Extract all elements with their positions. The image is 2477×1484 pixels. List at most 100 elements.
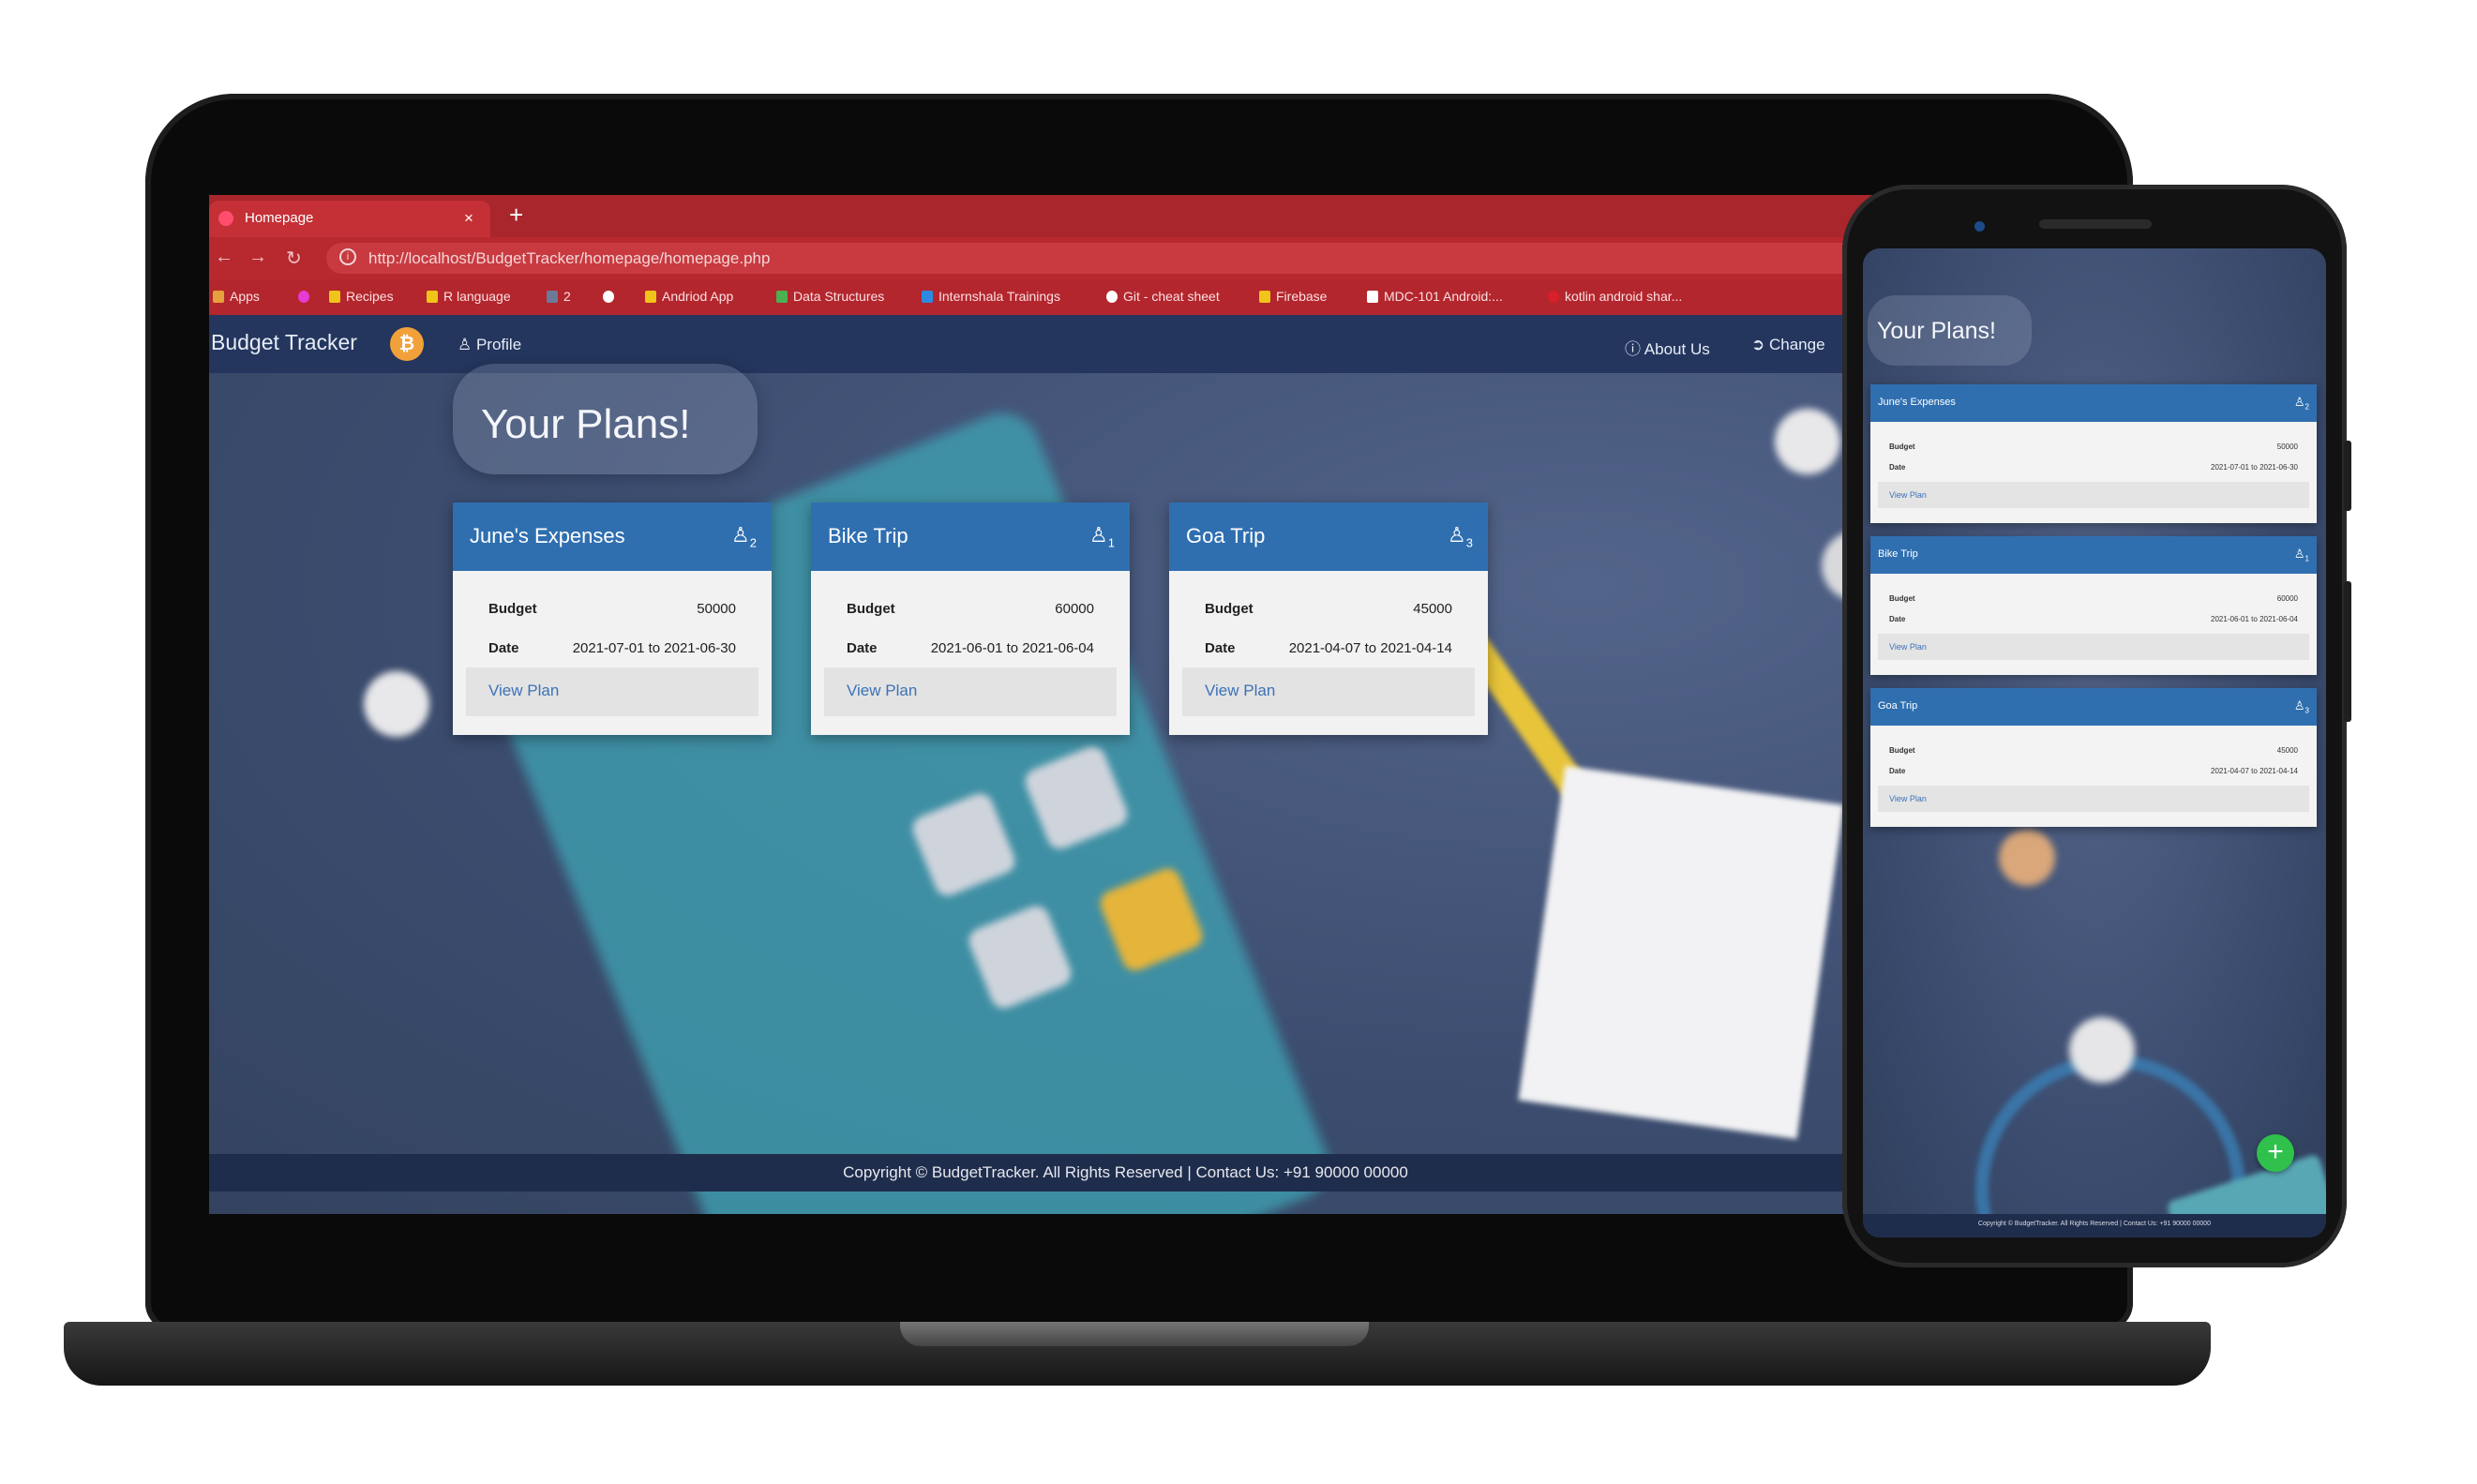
plan-card-footer: View Plan	[1182, 667, 1475, 716]
leaf-icon	[776, 291, 788, 303]
add-plan-fab-plus-icon[interactable]: +	[2257, 1134, 2294, 1172]
folder-icon	[427, 291, 438, 303]
phone-plan-card-footer: View Plan	[1878, 482, 2309, 508]
member-count: 1	[1107, 535, 1115, 550]
user-icon: ♙	[1089, 523, 1108, 547]
plan-card-header: Bike Trip ♙1	[811, 502, 1130, 571]
phone-date-value: 2021-06-01 to 2021-06-04	[2211, 615, 2298, 623]
bitcoin-icon: ₿	[390, 327, 424, 361]
view-plan-link[interactable]: View Plan	[488, 682, 559, 700]
plan-card-footer: View Plan	[824, 667, 1117, 716]
phone-date-label: Date	[1889, 615, 1906, 623]
members-indicator: ♙3	[1448, 523, 1473, 549]
phone-budget-value: 60000	[2276, 594, 2298, 603]
phone-plan-card: June's Expenses ♙2 Budget 50000 Date 202…	[1870, 384, 2317, 523]
phone-view-plan-link[interactable]: View Plan	[1889, 642, 1927, 652]
phone-plan-card-header: Goa Trip ♙3	[1870, 688, 2317, 726]
coin-shape	[364, 671, 429, 737]
laptop-screen: Homepage × + ← → ↻ i http://localhost/Bu…	[209, 195, 2042, 1214]
bookmark-r-language[interactable]: R language	[427, 289, 511, 304]
members-indicator: ♙2	[731, 523, 757, 549]
budget-label: Budget	[1205, 601, 1254, 617]
tab-close-icon[interactable]: ×	[464, 209, 473, 228]
date-value: 2021-07-01 to 2021-06-30	[572, 640, 736, 656]
user-icon: ♙	[731, 523, 750, 547]
bookmark-android-app[interactable]: Andriod App	[645, 289, 733, 304]
phone-speaker	[2039, 219, 2152, 229]
back-icon[interactable]: ←	[215, 247, 233, 268]
bookmark-firebase[interactable]: Firebase	[1259, 289, 1327, 304]
view-plan-link[interactable]: View Plan	[1205, 682, 1275, 700]
phone-members-indicator: ♙2	[2294, 395, 2309, 412]
phone-screen: Your Plans! June's Expenses ♙2 Budget 50…	[1863, 248, 2326, 1237]
phone-budget-value: 45000	[2276, 746, 2298, 755]
nav-change-link[interactable]: ➲ Change	[1751, 336, 1825, 354]
phone-budget-label: Budget	[1889, 442, 1915, 451]
phone-plan-card-header: Bike Trip ♙1	[1870, 536, 2317, 574]
plan-card: June's Expenses ♙2 Budget 50000 Date 202…	[453, 502, 772, 735]
phone-plan-card-footer: View Plan	[1878, 786, 2309, 812]
bookmark-icon-only[interactable]	[298, 289, 315, 304]
site-info-icon[interactable]: i	[339, 248, 356, 265]
laptop-hinge-notch	[900, 1322, 1369, 1346]
coin-shape	[2069, 1017, 2135, 1083]
new-tab-icon[interactable]: +	[509, 201, 523, 230]
tab-favicon-icon	[218, 211, 233, 226]
budget-value: 50000	[697, 601, 736, 617]
phone-budget-label: Budget	[1889, 746, 1915, 755]
sign-in-icon: ➲	[1751, 336, 1769, 353]
phone-view-plan-link[interactable]: View Plan	[1889, 490, 1927, 500]
phone-budget-label: Budget	[1889, 594, 1915, 603]
page-title-box: Your Plans!	[453, 364, 758, 474]
bookmark-data-structures[interactable]: Data Structures	[776, 289, 884, 304]
budget-label: Budget	[847, 601, 895, 617]
budget-value: 60000	[1055, 601, 1094, 617]
phone-page-footer: Copyright © BudgetTracker. All Rights Re…	[1863, 1214, 2326, 1237]
phone-members-indicator: ♙1	[2294, 547, 2309, 563]
bookmark-globe[interactable]	[603, 289, 620, 304]
forward-icon[interactable]: →	[248, 247, 267, 268]
phone-camera	[1974, 221, 1985, 232]
phone-member-count: 3	[2304, 706, 2309, 715]
bookmark-apps[interactable]: Apps	[213, 289, 260, 304]
plan-card: Goa Trip ♙3 Budget 45000 Date 2021-04-07…	[1169, 502, 1488, 735]
bookmark-kotlin[interactable]: kotlin android shar...	[1548, 289, 1682, 304]
red-dot-icon	[1548, 291, 1559, 303]
phone-page-title: Your Plans!	[1877, 318, 1996, 344]
url-text: http://localhost/BudgetTracker/homepage/…	[368, 249, 771, 267]
url-field[interactable]: i http://localhost/BudgetTracker/homepag…	[326, 243, 2014, 274]
phone-view-plan-link[interactable]: View Plan	[1889, 794, 1927, 803]
notepad-shape	[1518, 765, 1844, 1140]
bookmark-git-cheat-sheet[interactable]: Git - cheat sheet	[1106, 289, 1220, 304]
nav-about-link[interactable]: ⓘ About Us	[1625, 336, 1710, 359]
browser-address-bar: ← → ↻ i http://localhost/BudgetTracker/h…	[209, 237, 2042, 279]
bookmark-mdc-101[interactable]: MDC-101 Android:...	[1367, 289, 1503, 304]
user-icon: ♙	[1448, 523, 1466, 547]
phone-member-count: 2	[2304, 402, 2309, 412]
browser-tab[interactable]: Homepage ×	[209, 201, 490, 237]
bookmark-internshala[interactable]: Internshala Trainings	[922, 289, 1060, 304]
bookmark-recipes[interactable]: Recipes	[329, 289, 394, 304]
phone-plan-card-footer: View Plan	[1878, 634, 2309, 660]
bookmark-2[interactable]: 2	[547, 289, 571, 304]
date-value: 2021-04-07 to 2021-04-14	[1288, 640, 1452, 656]
page-footer: Copyright © BudgetTracker. All Rights Re…	[209, 1154, 2042, 1192]
date-label: Date	[1205, 640, 1236, 656]
user-icon: ♙	[2293, 698, 2305, 712]
phone-member-count: 1	[2304, 554, 2309, 563]
nav-profile-link[interactable]: ♙ Profile	[458, 336, 521, 354]
phone-plan-card: Goa Trip ♙3 Budget 45000 Date 2021-04-07…	[1870, 688, 2317, 827]
internshala-icon	[922, 291, 933, 303]
view-plan-link[interactable]: View Plan	[847, 682, 917, 700]
brand-name[interactable]: Budget Tracker	[211, 330, 357, 355]
user-icon: ♙	[2293, 395, 2305, 409]
github-icon	[1106, 291, 1118, 303]
budget-label: Budget	[488, 601, 537, 617]
phone-date-value: 2021-04-07 to 2021-04-14	[2211, 767, 2298, 775]
pink-dot-icon	[298, 291, 309, 303]
plan-title: Bike Trip	[828, 524, 908, 547]
coin-shape	[1999, 830, 2055, 886]
phone-members-indicator: ♙3	[2294, 698, 2309, 715]
reload-icon[interactable]: ↻	[286, 247, 302, 270]
phone-side-button	[2344, 581, 2351, 722]
